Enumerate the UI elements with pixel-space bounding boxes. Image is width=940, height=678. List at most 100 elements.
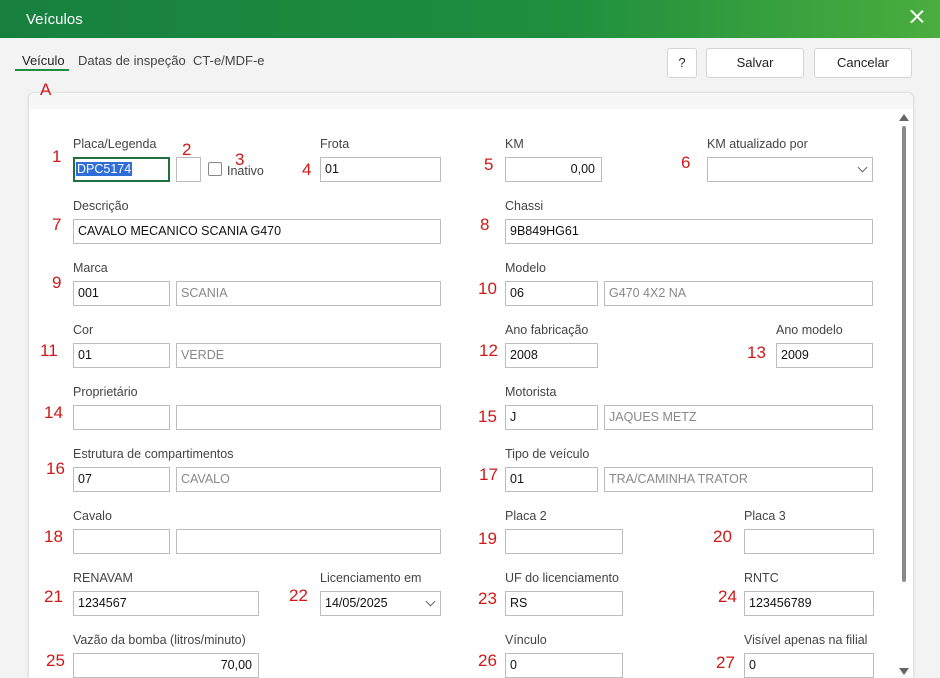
ano-fabricacao-label: Ano fabricação <box>505 323 589 337</box>
descricao-input[interactable]: CAVALO MECANICO SCANIA G470 <box>73 219 441 244</box>
tipo-veiculo-name-field: TRA/CAMINHA TRATOR <box>604 467 873 492</box>
cavalo-label: Cavalo <box>73 509 112 523</box>
tab-datas-inspecao[interactable]: Datas de inspeção <box>78 53 186 68</box>
licenciamento-date-picker[interactable]: 14/05/2025 <box>320 591 441 616</box>
marker-a: A <box>40 80 52 99</box>
legenda-input[interactable] <box>176 157 201 182</box>
panel-header-strip <box>29 93 913 109</box>
scrollbar-thumb[interactable] <box>902 126 906 582</box>
marker-16: 16 <box>46 459 65 478</box>
km-atualizado-select[interactable] <box>707 157 873 182</box>
window-title: Veículos <box>26 11 83 28</box>
marker-15: 15 <box>478 407 497 426</box>
placa3-input[interactable] <box>744 529 874 554</box>
placa-value: DPC5174 <box>76 162 133 176</box>
close-icon[interactable] <box>910 9 924 23</box>
marker-18: 18 <box>44 527 63 546</box>
marker-10: 10 <box>478 279 497 298</box>
placa3-label: Placa 3 <box>744 509 786 523</box>
help-button[interactable]: ? <box>667 48 697 78</box>
marca-code-input[interactable]: 001 <box>73 281 170 306</box>
ano-modelo-input[interactable]: 2009 <box>776 343 873 368</box>
frota-label: Frota <box>320 137 350 151</box>
cor-code-input[interactable]: 01 <box>73 343 170 368</box>
cavalo-name-field <box>176 529 441 554</box>
proprietario-name-field <box>176 405 441 430</box>
cavalo-code-input[interactable] <box>73 529 170 554</box>
save-button[interactable]: Salvar <box>706 48 804 78</box>
scroll-down-icon[interactable] <box>899 668 909 675</box>
marker-21: 21 <box>44 587 63 606</box>
marker-6: 6 <box>681 153 691 172</box>
proprietario-label: Proprietário <box>73 385 138 399</box>
marker-25: 25 <box>46 651 65 670</box>
cor-name-field: VERDE <box>176 343 441 368</box>
licenciamento-value: 14/05/2025 <box>325 596 388 610</box>
scroll-up-icon[interactable] <box>899 114 909 121</box>
inativo-checkbox[interactable] <box>208 162 222 176</box>
rntc-input[interactable]: 123456789 <box>744 591 874 616</box>
uf-licenciamento-label: UF do licenciamento <box>505 571 619 585</box>
modelo-label: Modelo <box>505 261 546 275</box>
ano-modelo-label: Ano modelo <box>776 323 843 337</box>
placa2-input[interactable] <box>505 529 623 554</box>
ano-fabricacao-input[interactable]: 2008 <box>505 343 598 368</box>
cancel-button[interactable]: Cancelar <box>814 48 912 78</box>
visivel-filial-label: Visível apenas na filial <box>744 633 868 647</box>
marker-19: 19 <box>478 529 497 548</box>
tipo-veiculo-code-input[interactable]: 01 <box>505 467 598 492</box>
km-atualizado-label: KM atualizado por <box>707 137 808 151</box>
chevron-down-icon <box>857 162 868 173</box>
motorista-code-input[interactable]: J <box>505 405 598 430</box>
tab-veiculo[interactable]: Veículo <box>22 53 65 68</box>
marker-27: 27 <box>716 653 735 672</box>
tab-cte-mdfe[interactable]: CT-e/MDF-e <box>193 53 265 68</box>
estrutura-name-field: CAVALO <box>176 467 441 492</box>
chassi-label: Chassi <box>505 199 544 213</box>
marker-26: 26 <box>478 651 497 670</box>
marker-7: 7 <box>52 215 62 234</box>
uf-licenciamento-input[interactable]: RS <box>505 591 623 616</box>
marker-20: 20 <box>713 527 732 546</box>
marker-17: 17 <box>479 465 498 484</box>
marker-4: 4 <box>302 160 312 179</box>
vinculo-input[interactable]: 0 <box>505 653 623 678</box>
estrutura-code-input[interactable]: 07 <box>73 467 170 492</box>
km-label: KM <box>505 137 524 151</box>
km-input[interactable]: 0,00 <box>505 157 602 182</box>
cor-label: Cor <box>73 323 94 337</box>
marker-22: 22 <box>289 586 308 605</box>
marker-1: 1 <box>52 147 62 166</box>
motorista-name-field: JAQUES METZ <box>604 405 873 430</box>
marker-5: 5 <box>484 155 494 174</box>
marca-name-field: SCANIA <box>176 281 441 306</box>
placa-input[interactable]: DPC5174 <box>73 157 170 182</box>
marker-9: 9 <box>52 273 62 292</box>
marker-24: 24 <box>718 587 737 606</box>
inativo-label: Inativo <box>227 164 264 178</box>
estrutura-label: Estrutura de compartimentos <box>73 447 234 461</box>
marker-11: 11 <box>40 341 58 360</box>
placa2-label: Placa 2 <box>505 509 547 523</box>
marker-12: 12 <box>479 341 498 360</box>
marker-13: 13 <box>747 343 766 362</box>
modelo-code-input[interactable]: 06 <box>505 281 598 306</box>
placa-label: Placa/Legenda <box>73 137 157 151</box>
licenciamento-label: Licenciamento em <box>320 571 422 585</box>
title-bar: Veículos <box>0 0 940 38</box>
rntc-label: RNTC <box>744 571 779 585</box>
proprietario-code-input[interactable] <box>73 405 170 430</box>
vazao-label: Vazão da bomba (litros/minuto) <box>73 633 246 647</box>
renavam-input[interactable]: 1234567 <box>73 591 259 616</box>
chassi-input[interactable]: 9B849HG61 <box>505 219 873 244</box>
modelo-name-field: G470 4X2 NA <box>604 281 873 306</box>
marker-14: 14 <box>44 403 63 422</box>
marker-8: 8 <box>480 215 490 234</box>
visivel-filial-input[interactable]: 0 <box>744 653 874 678</box>
vazao-input[interactable]: 70,00 <box>73 653 259 678</box>
vinculo-label: Vínculo <box>505 633 547 647</box>
tipo-veiculo-label: Tipo de veículo <box>505 447 590 461</box>
frota-input[interactable]: 01 <box>320 157 441 182</box>
motorista-label: Motorista <box>505 385 557 399</box>
active-tab-indicator <box>15 69 69 71</box>
